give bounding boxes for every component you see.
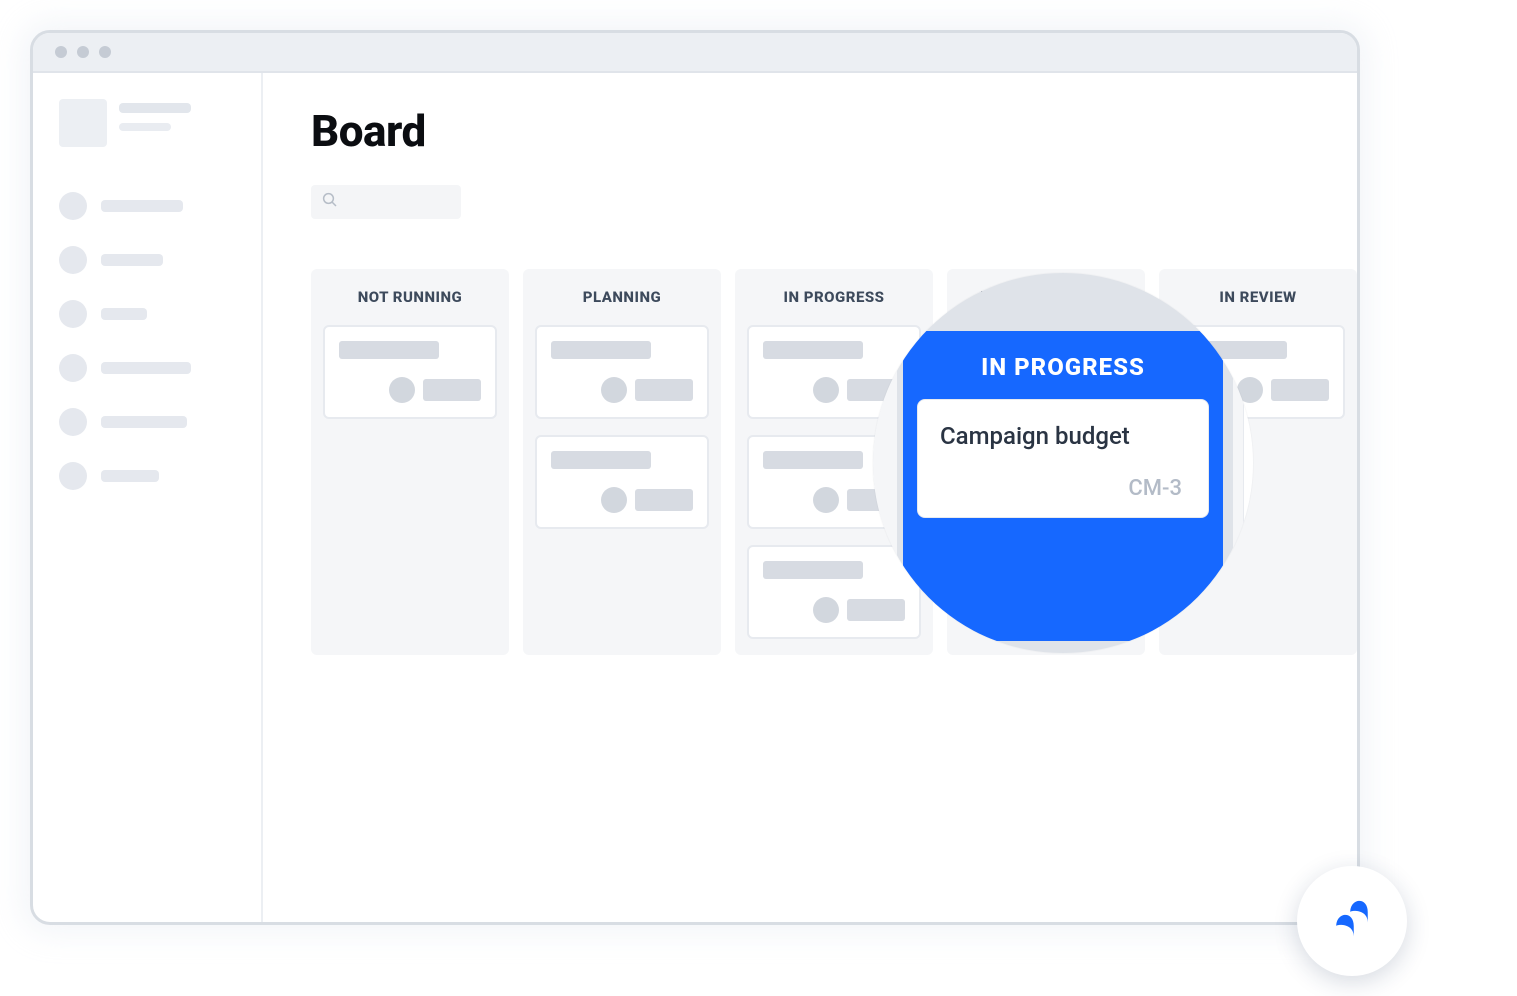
sidebar-item-label <box>101 470 159 482</box>
column-planning: PLANNING <box>523 269 721 655</box>
kanban-card[interactable] <box>535 435 709 529</box>
project-avatar <box>59 99 107 147</box>
sidebar-item-label <box>101 308 147 320</box>
search-input[interactable] <box>311 185 461 219</box>
sidebar-item-icon <box>59 300 87 328</box>
card-title-placeholder <box>763 451 863 469</box>
magnified-card[interactable]: Campaign budget CM-3 <box>917 399 1209 518</box>
page-title: Board <box>311 105 1357 157</box>
sidebar-item-label <box>101 362 191 374</box>
sidebar-item-icon <box>59 354 87 382</box>
sidebar-item-icon <box>59 408 87 436</box>
card-title-placeholder <box>551 341 651 359</box>
sidebar-item[interactable] <box>59 300 235 328</box>
magnified-column-header: IN PROGRESS <box>903 331 1223 399</box>
window-control-minimize[interactable] <box>77 46 89 58</box>
sidebar <box>33 73 263 922</box>
assignee-avatar <box>601 377 627 403</box>
card-title-placeholder <box>339 341 439 359</box>
assignee-avatar <box>813 377 839 403</box>
magnified-adjacent-column-left <box>873 331 897 641</box>
assignee-avatar <box>813 597 839 623</box>
brand-logo-badge <box>1297 866 1407 976</box>
card-title-placeholder <box>551 451 651 469</box>
magnified-card-id: CM-3 <box>940 476 1186 501</box>
sidebar-item-icon <box>59 462 87 490</box>
card-id-placeholder <box>635 489 693 511</box>
magnifier-overlay: IN PROGRESS Campaign budget CM-3 R <box>873 273 1253 653</box>
sidebar-item-label <box>101 416 187 428</box>
magnified-card-title: Campaign budget <box>940 422 1186 450</box>
sidebar-item[interactable] <box>59 354 235 382</box>
window-titlebar <box>33 33 1357 73</box>
card-id-placeholder <box>1271 379 1329 401</box>
brand-logo-icon <box>1324 891 1380 951</box>
placeholder-line <box>119 103 191 113</box>
window-control-close[interactable] <box>55 46 67 58</box>
sidebar-item-icon <box>59 192 87 220</box>
placeholder-line <box>119 123 171 131</box>
sidebar-item[interactable] <box>59 192 235 220</box>
kanban-card[interactable] <box>323 325 497 419</box>
card-id-placeholder <box>423 379 481 401</box>
sidebar-item-icon <box>59 246 87 274</box>
magnified-column-in-progress: IN PROGRESS Campaign budget CM-3 <box>903 331 1223 641</box>
magnified-adjacent-card[interactable]: R <box>1243 395 1253 535</box>
card-title-placeholder <box>763 561 863 579</box>
sidebar-project-header[interactable] <box>59 99 235 147</box>
window-control-maximize[interactable] <box>99 46 111 58</box>
column-header: PLANNING <box>523 269 721 325</box>
kanban-card[interactable] <box>535 325 709 419</box>
assignee-avatar <box>813 487 839 513</box>
main-content: Board NOT RUNNING <box>263 73 1357 922</box>
card-title-placeholder <box>763 341 863 359</box>
sidebar-item-label <box>101 254 163 266</box>
sidebar-item[interactable] <box>59 246 235 274</box>
sidebar-item[interactable] <box>59 462 235 490</box>
card-id-placeholder <box>635 379 693 401</box>
sidebar-item[interactable] <box>59 408 235 436</box>
column-header: NOT RUNNING <box>311 269 509 325</box>
assignee-avatar <box>389 377 415 403</box>
sidebar-item-label <box>101 200 183 212</box>
column-not-running: NOT RUNNING <box>311 269 509 655</box>
assignee-avatar <box>601 487 627 513</box>
search-icon <box>321 191 339 213</box>
magnified-adjacent-column-right: R <box>1233 331 1253 641</box>
app-window: Board NOT RUNNING <box>30 30 1360 925</box>
